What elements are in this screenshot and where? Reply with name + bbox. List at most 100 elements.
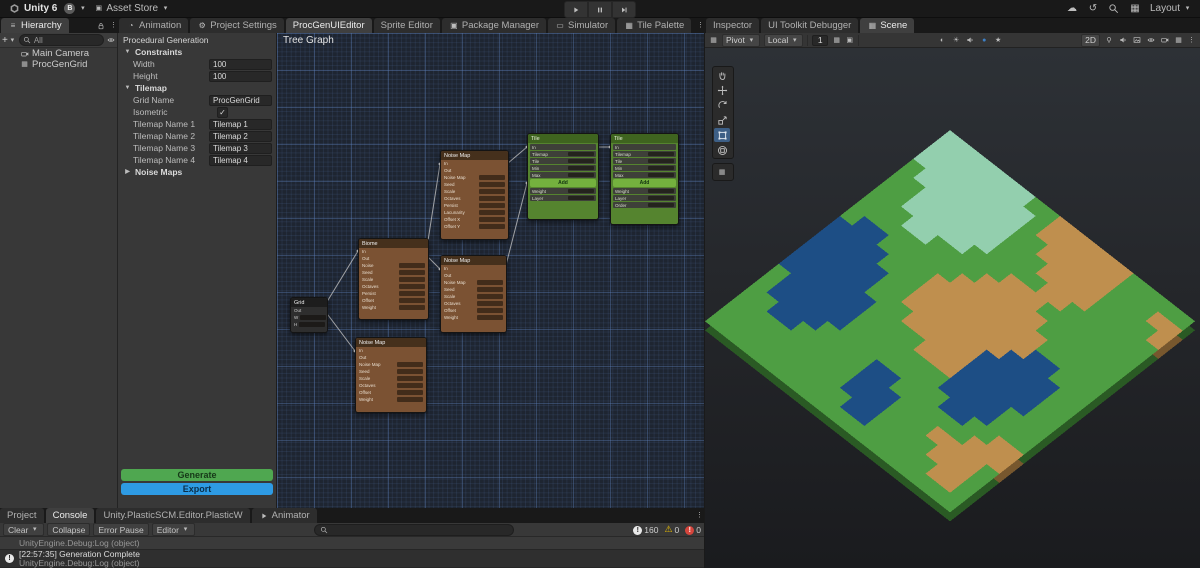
node-add-button[interactable]: Add: [613, 179, 676, 187]
asset-store-button[interactable]: ▣ Asset Store ▾: [94, 3, 170, 14]
tab-hierarchy[interactable]: ≡ Hierarchy: [1, 18, 69, 33]
scale-tool-button[interactable]: [714, 113, 730, 127]
node-field[interactable]: [399, 291, 425, 296]
console-count-error[interactable]: ! 0: [685, 524, 701, 535]
node-field[interactable]: [648, 158, 674, 164]
bottom-tab-project[interactable]: Project: [0, 508, 44, 523]
text-field[interactable]: Tilemap 2: [209, 130, 272, 142]
node-field[interactable]: [568, 188, 594, 194]
console-search-input[interactable]: [314, 523, 515, 536]
kebab-menu-icon[interactable]: ⋮: [1187, 36, 1196, 45]
foldout-noise-maps[interactable]: ▶ Noise Maps: [118, 166, 276, 178]
tab-inspector[interactable]: Inspector: [706, 18, 760, 33]
node-field[interactable]: [299, 322, 326, 327]
grid-icon[interactable]: ▦: [1174, 36, 1183, 45]
hierarchy-item-procgengrid[interactable]: ▦ ProcGenGrid: [0, 59, 117, 70]
local-dropdown[interactable]: Local ▾: [763, 33, 804, 47]
hand-tool-button[interactable]: [714, 68, 730, 82]
node-add-button[interactable]: Add: [530, 179, 596, 187]
graph-node-grid[interactable]: Grid Out W H: [290, 297, 328, 333]
node-field[interactable]: [479, 189, 505, 194]
grid-size-field[interactable]: 1: [812, 34, 829, 46]
pivot-dropdown[interactable]: Pivot ▾: [722, 33, 760, 47]
tab-package-manager[interactable]: ▣ Package Manager: [441, 18, 546, 33]
node-field[interactable]: [399, 298, 425, 303]
tab-sprite-editor[interactable]: Sprite Editor: [373, 18, 440, 33]
speaker-icon[interactable]: [1118, 36, 1127, 45]
tab-project-settings[interactable]: ⚙ Project Settings: [190, 18, 284, 33]
play-button[interactable]: [564, 1, 588, 18]
collapse-button[interactable]: Collapse: [47, 523, 91, 536]
text-field[interactable]: Tilemap 4: [209, 154, 272, 166]
node-field[interactable]: [479, 175, 505, 180]
node-field[interactable]: [477, 280, 503, 285]
pause-button[interactable]: [588, 1, 612, 18]
node-field[interactable]: [397, 397, 423, 402]
tab-procgenuieditor[interactable]: ProcGenUIEditor: [285, 18, 372, 33]
bottom-tab-animator[interactable]: Animator: [251, 508, 317, 523]
layout-dropdown[interactable]: Layout ▾: [1150, 3, 1192, 14]
snap-grid-tool-button[interactable]: ▦: [714, 165, 730, 179]
scene-viewport[interactable]: ▦: [705, 48, 1200, 568]
node-field[interactable]: [568, 195, 594, 201]
node-field[interactable]: [300, 315, 327, 320]
snap-increment-icon[interactable]: ▣: [845, 36, 854, 45]
graph-node-tile-1[interactable]: Tile In Tilemap Tile Min Max Add Weight Layer: [527, 133, 599, 220]
generate-button[interactable]: Generate: [121, 469, 273, 481]
node-field[interactable]: [568, 158, 594, 164]
node-field[interactable]: [477, 308, 503, 313]
graph-node-noise-2[interactable]: Noise Map In Out Noise Map Seed Scale Octaves O…: [440, 255, 507, 333]
text-field[interactable]: Tilemap 1: [209, 118, 272, 130]
node-field[interactable]: [477, 294, 503, 299]
console-count-info[interactable]: ! 160: [633, 524, 658, 535]
console-entry[interactable]: ! [22:57:35] Generation Complete UnityEngi…: [0, 549, 704, 568]
snap-grid-icon[interactable]: ▦: [832, 36, 841, 45]
node-field[interactable]: [399, 270, 425, 275]
center-tab-menu[interactable]: ⋮: [696, 18, 705, 33]
node-field[interactable]: [568, 172, 594, 178]
tab-scene[interactable]: ▦ Scene: [860, 18, 915, 33]
graph-node-biome[interactable]: Biome In Out Noise Seed Scale Octaves Persist Of…: [358, 238, 429, 320]
tab-tile-palette[interactable]: ▦ Tile Palette: [617, 18, 692, 33]
node-field[interactable]: [648, 165, 674, 171]
node-field[interactable]: [568, 165, 594, 171]
editor-dropdown[interactable]: Editor ▾: [151, 523, 195, 536]
node-field[interactable]: [648, 188, 674, 194]
text-field[interactable]: Tilemap 3: [209, 142, 272, 154]
tab-animation[interactable]: ◔ Animation: [119, 18, 189, 33]
hierarchy-item-main-camera[interactable]: Main Camera: [0, 48, 117, 59]
graph-node-tile-2[interactable]: Tile In Tilemap Tile Min Max Add Weight Layer Ord…: [610, 133, 679, 225]
error-pause-button[interactable]: Error Pause: [93, 523, 149, 536]
clear-button[interactable]: Clear ▾: [3, 523, 45, 536]
bottom-tab-console[interactable]: Console: [45, 508, 95, 523]
node-field[interactable]: [399, 305, 425, 310]
shaded-icon[interactable]: ◐: [938, 36, 947, 45]
step-button[interactable]: [612, 1, 636, 18]
transform-tool-button[interactable]: [714, 143, 730, 157]
node-field[interactable]: [397, 383, 423, 388]
node-field[interactable]: [568, 151, 594, 157]
tree-graph-canvas[interactable]: Tree Graph Grid Out W H Biome In Out Noise Seed S…: [277, 33, 705, 508]
text-field[interactable]: 100: [209, 58, 272, 70]
node-field[interactable]: [477, 315, 503, 320]
bulb-icon[interactable]: [1104, 36, 1113, 45]
rotate-tool-button[interactable]: [714, 98, 730, 112]
node-field[interactable]: [479, 224, 505, 229]
camera-icon[interactable]: [1160, 36, 1169, 45]
node-field[interactable]: [397, 390, 423, 395]
console-count-warn[interactable]: ⚠ 0: [664, 524, 679, 535]
node-field[interactable]: [479, 203, 505, 208]
eye-icon[interactable]: [106, 36, 115, 45]
node-field[interactable]: [648, 172, 674, 178]
node-field[interactable]: [648, 195, 674, 201]
graph-node-noise-3[interactable]: Noise Map In Out Noise Map Seed Scale Octaves O…: [355, 337, 427, 413]
node-field[interactable]: [479, 196, 505, 201]
node-field[interactable]: [479, 210, 505, 215]
hierarchy-search-input[interactable]: All: [18, 34, 104, 46]
node-field[interactable]: [397, 362, 423, 367]
bottom-tab-unity-plasticscm-editor-plasticw[interactable]: Unity.PlasticSCM.Editor.PlasticW: [96, 508, 250, 523]
text-field[interactable]: 100: [209, 70, 272, 82]
mode-2d-button[interactable]: 2D: [1081, 33, 1101, 47]
node-field[interactable]: [397, 369, 423, 374]
move-tool-button[interactable]: [714, 83, 730, 97]
